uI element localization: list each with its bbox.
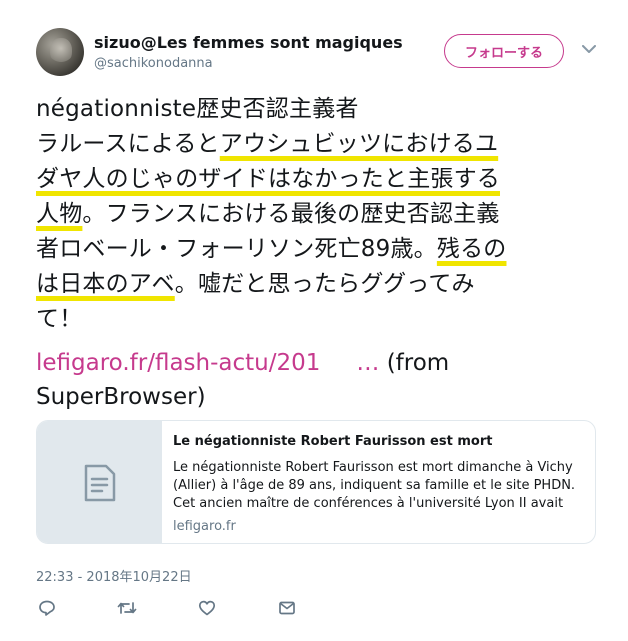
tweet-text-segment: ラルースによると	[36, 131, 220, 157]
envelope-icon[interactable]	[276, 597, 298, 619]
chevron-down-icon[interactable]	[580, 40, 598, 58]
card-domain: lefigaro.fr	[173, 519, 236, 534]
tweet-actions	[36, 597, 336, 619]
highlighted-text: 人物	[36, 201, 83, 227]
highlighted-text: アウシュビッツにおけるユ	[219, 131, 499, 157]
highlighted-text: 残るの	[436, 236, 507, 262]
highlighted-text: ダヤ人のじゃのザイドはなかったと主張する	[36, 166, 500, 192]
tweet-text-line: 者ロベール・フォーリソン死亡89歳。残るの	[36, 232, 596, 267]
card-body: Le négationniste Robert Faurisson est mo…	[173, 433, 585, 536]
document-icon	[84, 464, 115, 502]
tweet-text-segment: 。フランスにおける最後の歴史否認主義	[82, 201, 500, 227]
card-title: Le négationniste Robert Faurisson est mo…	[173, 434, 493, 449]
card-thumbnail	[37, 421, 162, 543]
avatar[interactable]	[36, 28, 84, 76]
tweet-link[interactable]: lefigaro.fr/flash-actu/201	[36, 350, 320, 376]
tweet-text-segment: 者ロベール・フォーリソン死亡89歳。	[36, 236, 437, 262]
display-name[interactable]: sizuo@Les femmes sont magiques	[94, 33, 403, 52]
tweet-timestamp[interactable]: 22:33 - 2018年10月22日	[36, 566, 192, 585]
tweet-text-line: négationniste歴史否認主義者	[36, 92, 596, 127]
tweet-text-line: ラルースによるとアウシュビッツにおけるユ	[36, 127, 596, 162]
tweet-text-line: て！	[36, 302, 596, 337]
tweet-text: négationniste歴史否認主義者 ラルースによるとアウシュビッツにおけるユ…	[36, 92, 596, 337]
tweet-text-segment: て！	[36, 306, 83, 332]
tweet-link-line: lefigaro.fr/flash-actu/201 … (from SuperB…	[36, 346, 596, 414]
from-text: (from	[379, 350, 450, 376]
highlighted-text: は日本のアベ	[36, 271, 175, 297]
link-card[interactable]: Le négationniste Robert Faurisson est mo…	[36, 420, 596, 544]
reply-icon[interactable]	[36, 597, 58, 619]
tweet-text-line: は日本のアベ。嘘だと思ったらググってみ	[36, 267, 596, 302]
tweet-text-segment: 。嘘だと思ったらググってみ	[174, 271, 475, 297]
tweet-text-line: ダヤ人のじゃのザイドはなかったと主張する	[36, 162, 596, 197]
tweet-text-segment: négationniste歴史否認主義者	[36, 96, 359, 122]
from-source: SuperBrowser)	[36, 384, 206, 410]
heart-icon[interactable]	[196, 597, 218, 619]
link-ellipsis[interactable]: …	[356, 350, 379, 376]
card-description: Le négationniste Robert Faurisson est mo…	[173, 460, 576, 511]
retweet-icon[interactable]	[116, 597, 138, 619]
tweet-header: sizuo@Les femmes sont magiques @sachikon…	[36, 26, 602, 78]
follow-button[interactable]: フォローする	[444, 34, 564, 68]
tweet-text-line: 人物。フランスにおける最後の歴史否認主義	[36, 197, 596, 232]
user-handle[interactable]: @sachikonodanna	[94, 56, 213, 71]
